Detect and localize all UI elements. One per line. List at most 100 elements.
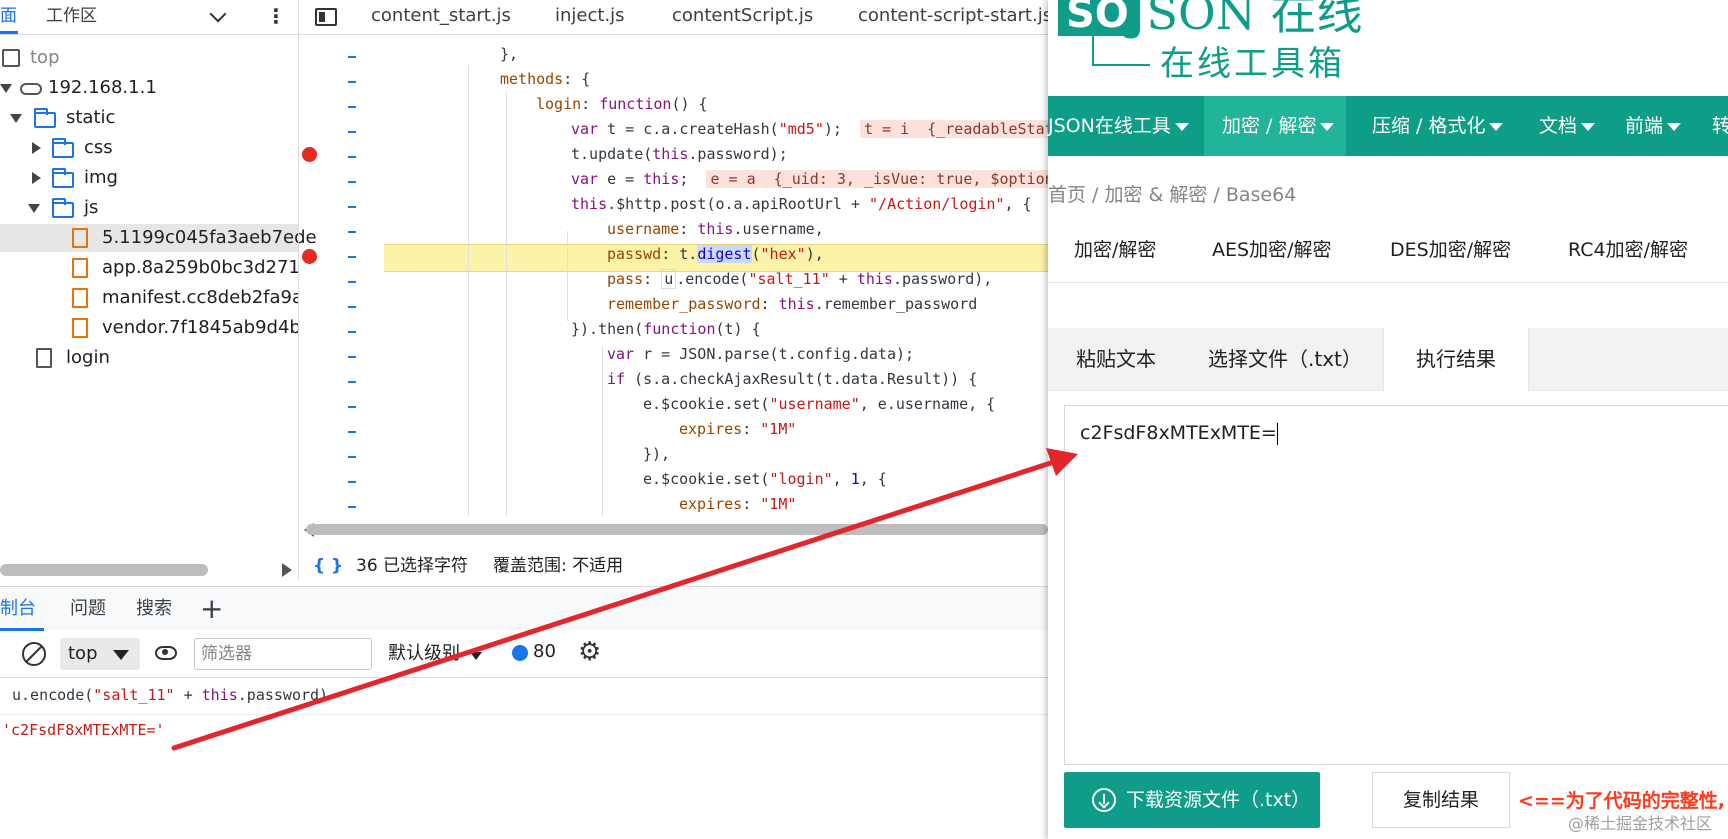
- cloud-icon: [20, 83, 42, 95]
- folder-icon: [52, 168, 74, 188]
- selected-text[interactable]: digest: [697, 245, 752, 263]
- tab-contentscript-js[interactable]: contentScript.js: [672, 0, 813, 32]
- context-selector[interactable]: top: [60, 638, 140, 670]
- dropdown-arrow-icon[interactable]: [470, 652, 482, 660]
- collapse-arrow-icon[interactable]: [32, 142, 41, 154]
- site-logo[interactable]: SO: [1058, 0, 1137, 36]
- tab-inject-js[interactable]: inject.js: [555, 0, 625, 32]
- code-line: this.$http.post(o.a.apiRootUrl + "/Actio…: [571, 195, 1032, 213]
- code-line: username: this.username,: [607, 220, 824, 238]
- coverage-status: 覆盖范围: 不适用: [493, 556, 624, 576]
- result-textarea[interactable]: c2FsdF8xMTExMTE=: [1064, 405, 1728, 765]
- sojson-page: SO JSON 在线 在线工具箱 JSON在线工具 加密 / 解密 压缩 / 格…: [1048, 0, 1728, 839]
- tree-item-css[interactable]: css: [0, 134, 298, 162]
- devtools-panel: 面 工作区 ⋮ top 192.168.1.1 static css img j…: [0, 0, 1052, 839]
- tree-item-file[interactable]: vendor.7f1845ab9d4b3: [0, 314, 298, 342]
- nav-more[interactable]: 转: [1712, 96, 1728, 156]
- tree-item-top[interactable]: top: [0, 44, 298, 72]
- message-icon: [512, 645, 528, 661]
- code-line: var r = JSON.parse(t.config.data);: [607, 345, 915, 363]
- tree-item-file-selected[interactable]: 5.1199c045fa3aeb7ede: [0, 224, 317, 252]
- site-logo-text: JSON 在线: [1128, 0, 1363, 40]
- tree-item-file[interactable]: manifest.cc8deb2fa9a1: [0, 284, 298, 312]
- nav-frontend[interactable]: 前端: [1625, 96, 1682, 156]
- pretty-print-icon[interactable]: { }: [313, 548, 343, 584]
- download-file-button[interactable]: 下载资源文件（.txt）: [1064, 772, 1320, 828]
- inline-value[interactable]: e = a {_uid: 3, _isVue: true, $options: [706, 170, 1048, 188]
- watermark: @稀土掘金技术社区: [1568, 814, 1713, 833]
- code-line: },: [500, 45, 519, 63]
- code-editor[interactable]: }, methods: { login: function() { var t …: [384, 36, 1048, 516]
- code-line-paused: passwd: t.digest("hex"),: [607, 245, 824, 263]
- eye-icon[interactable]: [155, 646, 177, 660]
- breadcrumb[interactable]: 首页 / 加密 & 解密 / Base64: [1048, 180, 1296, 210]
- subtab-encrypt-decrypt[interactable]: 加密/解密: [1074, 235, 1156, 265]
- editor-status-bar: { } 36 已选择字符 覆盖范围: 不适用: [299, 548, 1048, 584]
- folder-icon: [52, 138, 74, 158]
- code-line: if (s.a.checkAjaxResult(t.data.Result)) …: [607, 370, 978, 388]
- tab-result[interactable]: 执行结果: [1383, 328, 1529, 391]
- scroll-right-arrow-icon[interactable]: [282, 563, 292, 577]
- code-line: t.update(this.password);: [571, 145, 788, 163]
- site-logo-subtitle: 在线工具箱: [1160, 44, 1345, 84]
- code-line: }),: [643, 445, 671, 463]
- chevron-down-icon[interactable]: [209, 5, 227, 23]
- expand-arrow-icon[interactable]: [10, 114, 22, 123]
- folder-icon: [34, 108, 56, 128]
- inline-value[interactable]: t = i {_readableState: [860, 120, 1048, 138]
- drawer-tab-bar: 控制台 问题 搜索 +: [0, 586, 1048, 632]
- code-gutter[interactable]: [299, 36, 379, 516]
- tab-paste-text[interactable]: 粘贴文本: [1076, 328, 1156, 390]
- code-line: methods: {: [500, 70, 591, 88]
- toggle-navigator-icon[interactable]: [315, 8, 337, 26]
- tree-item-login[interactable]: login: [0, 344, 298, 372]
- collapse-arrow-icon[interactable]: [32, 172, 41, 184]
- console-output-line[interactable]: 'c2FsdF8xMTExMTE=': [2, 721, 165, 739]
- subtab-rc4[interactable]: RC4加密/解密: [1568, 235, 1688, 265]
- active-tab-indicator: [0, 31, 18, 34]
- add-tab-icon[interactable]: +: [200, 587, 223, 631]
- tree-item-js[interactable]: js: [0, 194, 298, 222]
- tab-content-start-js[interactable]: content_start.js: [371, 0, 511, 32]
- tree-item-host[interactable]: 192.168.1.1: [0, 74, 298, 102]
- tab-search[interactable]: 搜索: [136, 587, 172, 631]
- tab-console[interactable]: 控制台: [0, 587, 36, 631]
- tree-item-static[interactable]: static: [0, 104, 298, 132]
- breakpoint-marker[interactable]: [302, 147, 317, 162]
- expand-arrow-icon[interactable]: [0, 84, 12, 93]
- text-cursor: [1276, 422, 1278, 445]
- nav-json-tools[interactable]: JSON在线工具: [1048, 96, 1197, 156]
- code-line: pass: u .encode("salt_11" + this.password…: [607, 269, 993, 289]
- copy-result-button[interactable]: 复制结果: [1372, 772, 1510, 828]
- nav-encrypt-decrypt[interactable]: 加密 / 解密: [1204, 96, 1347, 156]
- nav-compress-format[interactable]: 压缩 / 格式化: [1372, 96, 1504, 156]
- console-filter-input[interactable]: 筛选器: [194, 638, 372, 670]
- tab-issues[interactable]: 问题: [70, 587, 106, 631]
- tab-page[interactable]: 面: [0, 0, 17, 32]
- folder-icon: [52, 198, 74, 218]
- clear-console-icon[interactable]: [22, 642, 46, 666]
- subtab-des[interactable]: DES加密/解密: [1390, 235, 1511, 265]
- dropdown-arrow-icon: [113, 650, 129, 660]
- log-level-selector[interactable]: 默认级别: [388, 640, 460, 668]
- gear-icon[interactable]: ⚙: [578, 637, 601, 667]
- download-icon: [1092, 788, 1116, 812]
- file-icon: [72, 228, 88, 248]
- code-line: remember_password: this.remember_passwor…: [607, 295, 978, 313]
- nav-docs[interactable]: 文档: [1539, 96, 1596, 156]
- code-line: login: function() {: [536, 95, 708, 113]
- console-input-line[interactable]: u.encode("salt_11" + this.password): [12, 686, 328, 704]
- editor-horizontal-scrollbar[interactable]: [306, 524, 1048, 535]
- tab-choose-file[interactable]: 选择文件（.txt）: [1208, 328, 1362, 390]
- breakpoint-marker[interactable]: [302, 249, 317, 264]
- sidebar-horizontal-scrollbar[interactable]: [0, 564, 208, 576]
- tab-workspace[interactable]: 工作区: [46, 0, 97, 32]
- tree-item-file[interactable]: app.8a259b0bc3d271c: [0, 254, 298, 282]
- subtab-aes[interactable]: AES加密/解密: [1212, 235, 1331, 265]
- more-options-icon[interactable]: ⋮: [266, 6, 286, 26]
- tree-item-img[interactable]: img: [0, 164, 298, 192]
- expand-arrow-icon[interactable]: [28, 204, 40, 213]
- tab-content-script-start-js[interactable]: content-script-start.js: [858, 0, 1052, 32]
- sources-sidebar-header: 面 工作区 ⋮: [0, 0, 298, 35]
- selection-status: 36 已选择字符: [356, 556, 469, 576]
